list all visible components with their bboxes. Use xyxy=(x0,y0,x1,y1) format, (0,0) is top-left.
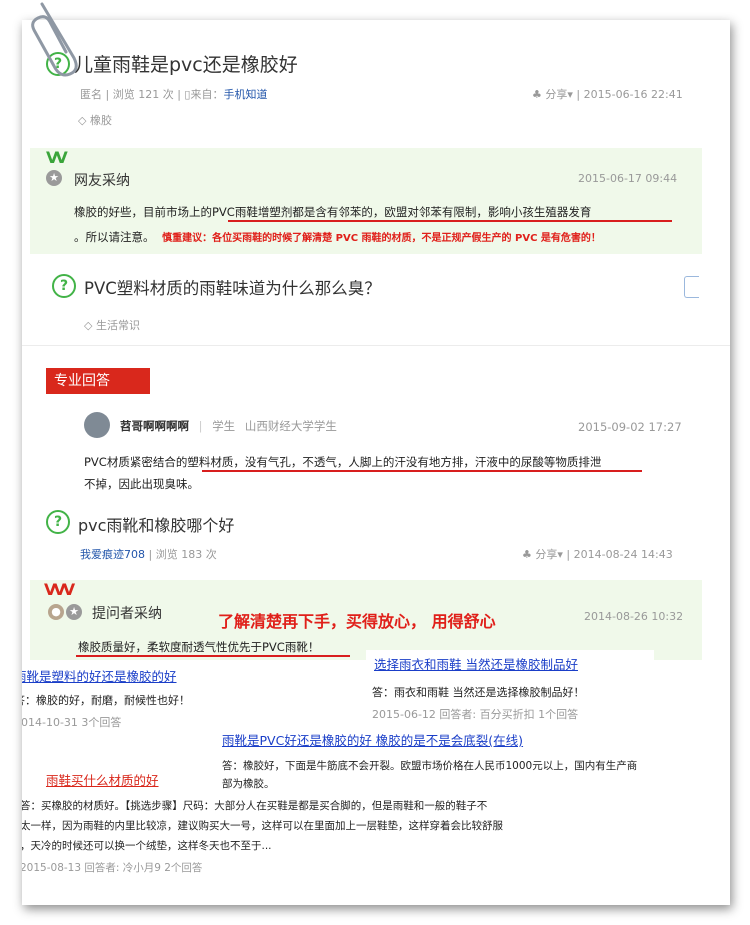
tag-label: 生活常识 xyxy=(95,319,140,332)
adopted-label: 网友采纳 xyxy=(74,173,130,189)
underline-annotation xyxy=(202,470,642,472)
underline-annotation xyxy=(76,655,350,657)
star-icon: ★ xyxy=(66,604,82,620)
question-icon: ? xyxy=(52,274,76,298)
chevron-down-icon: ▾ xyxy=(557,548,563,561)
question-meta: 我爱痕迹708 | 浏览 183 次 xyxy=(80,548,217,561)
meta-views: 浏览 121 次 xyxy=(112,88,174,101)
adopted-mark-icon: VV xyxy=(46,148,68,167)
share-bar: ♣ 分享▾ | 2014-08-24 14:43 xyxy=(522,548,673,561)
related-meta: 2015-08-13 回答者: 冷小月9 2个回答 xyxy=(22,862,203,874)
related-link[interactable]: 雨靴是PVC好还是橡胶的好 橡胶的是不是会底裂(在线) xyxy=(222,730,523,749)
related-answer-line2: 部为橡胶。 xyxy=(222,778,275,790)
adopted-label: 提问者采纳 xyxy=(92,606,162,622)
related-answer-line3: ，天冷的时候还可以换一个绒垫，这样冬天也不至于... xyxy=(22,840,272,852)
paperclip-icon xyxy=(31,2,78,77)
related-meta: 2015-06-12 回答者: 百分买折扣 1个回答 xyxy=(372,708,579,721)
pro-answer-badge: 专业回答 xyxy=(46,368,150,394)
answerer-name[interactable]: 苕哥啊啊啊啊 xyxy=(120,419,189,433)
adopted-text-line1: 橡胶的好些，目前市场上的PVC雨鞋增塑剂都是含有邻苯的，欧盟对邻苯有限制，影响小… xyxy=(74,205,592,219)
tag-icon: ◇ xyxy=(84,319,93,332)
share-button[interactable]: 分享 xyxy=(535,548,557,561)
related-link[interactable]: 选择雨衣和雨鞋 当然还是橡胶制品好 xyxy=(374,654,578,673)
adopted-mark-icon: VVV xyxy=(44,580,75,599)
related-answer: 答：橡胶的好，耐磨，耐候性也好！ xyxy=(22,694,190,707)
tag-label: 橡胶 xyxy=(89,114,112,127)
related-answer-line1: 答：买橡胶的材质好。【挑选步骤】尺码：大部分人在买鞋是都是买合脚的，但是雨鞋和一… xyxy=(22,800,488,812)
underline-annotation xyxy=(228,220,672,222)
answerer-role: 学生 xyxy=(212,419,236,433)
answer-text-line1: PVC材质紧密结合的塑料材质，没有气孔，不透气，人脚上的汗没有地方排，汗液中的尿… xyxy=(84,455,602,469)
share-bar: ♣ 分享▾ | 2015-06-16 22:41 xyxy=(532,88,683,101)
share-icon: ♣ xyxy=(532,88,542,101)
adopted-text-tail: 。所以请注意。 xyxy=(74,230,155,244)
question-tag[interactable]: ◇ 生活常识 xyxy=(84,317,140,333)
related-link[interactable]: 雨鞋买什么材质的好 xyxy=(46,770,159,789)
slogan-annotation: 了解清楚再下手，买得放心， 用得舒心 xyxy=(218,612,496,631)
question-title[interactable]: PVC塑料材质的雨鞋味道为什么那么臭？ xyxy=(84,275,381,299)
page: ? 儿童雨鞋是pvc还是橡胶好 匿名 | 浏览 121 次 | ▯来自：手机知道… xyxy=(22,20,730,905)
avatar[interactable] xyxy=(84,412,110,438)
question-title[interactable]: pvc雨靴和橡胶哪个好 xyxy=(78,512,234,536)
related-link[interactable]: 雨靴是塑料的好还是橡胶的好 xyxy=(22,666,177,685)
answer-date: 2015-09-02 17:27 xyxy=(578,420,682,434)
asker-link[interactable]: 我爱痕迹708 xyxy=(80,548,145,561)
related-meta: 2014-10-31 3个回答 xyxy=(22,716,122,729)
chevron-down-icon: ▾ xyxy=(567,88,573,101)
adopted-date: 2014-08-26 10:32 xyxy=(584,610,684,623)
answerer-info: 苕哥啊啊啊啊 | 学生 山西财经大学学生 xyxy=(120,419,337,433)
divider xyxy=(22,345,730,346)
question-date: 2015-06-16 22:41 xyxy=(583,88,683,101)
question-tag[interactable]: ◇ 橡胶 xyxy=(78,112,112,128)
answer-text-line2: 不掉，因此出现臭味。 xyxy=(84,477,199,491)
side-panel-toggle[interactable] xyxy=(684,276,699,298)
adopted-date: 2015-06-17 09:44 xyxy=(578,172,678,185)
question-icon: ? xyxy=(46,510,70,534)
related-answer: 答：雨衣和雨鞋 当然还是选择橡胶制品好！ xyxy=(372,686,585,699)
meta-user[interactable]: 匿名 xyxy=(80,88,102,101)
related-answer-line2: 太一样，因为雨鞋的内里比较凉，建议购买大一号，这样可以在里面加上一层鞋垫，这样穿… xyxy=(22,820,503,832)
question-date: 2014-08-24 14:43 xyxy=(573,548,673,561)
meta-source-link[interactable]: 手机知道 xyxy=(223,88,267,101)
avatar-icon: ● xyxy=(48,604,64,620)
meta-source-label: 来自： xyxy=(190,88,224,101)
meta-views: 浏览 183 次 xyxy=(155,548,217,561)
related-answer-line1: 答：橡胶好，下面是牛筋底不会开裂。欧盟市场价格在人民币1000元以上，国内有生产… xyxy=(222,760,638,772)
adopted-text: 橡胶质量好，柔软度耐透气性优先于PVC雨靴！ xyxy=(78,640,320,654)
share-icon: ♣ xyxy=(522,548,532,561)
share-button[interactable]: 分享 xyxy=(545,88,567,101)
question-meta: 匿名 | 浏览 121 次 | ▯来自：手机知道 xyxy=(80,88,268,101)
star-icon: ★ xyxy=(46,170,62,186)
adopted-text-line2: 。所以请注意。 慎重建议：各位买雨鞋的时候了解清楚 PVC 雨鞋的材质，不是正规… xyxy=(74,229,601,245)
caution-note: 慎重建议：各位买雨鞋的时候了解清楚 PVC 雨鞋的材质，不是正规产假生产的 PV… xyxy=(162,233,601,244)
answerer-school: 山西财经大学学生 xyxy=(244,419,337,433)
tag-icon: ◇ xyxy=(78,114,87,127)
question-title[interactable]: 儿童雨鞋是pvc还是橡胶好 xyxy=(74,50,298,77)
